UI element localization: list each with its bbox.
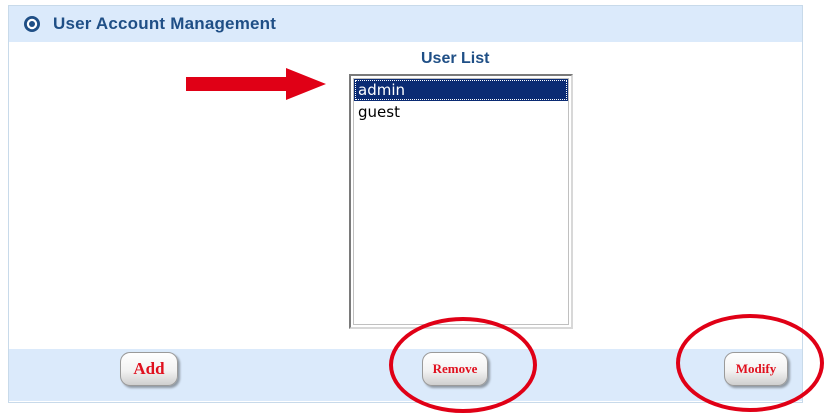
settings-circle-icon [23,15,41,33]
red-arrow-annotation [186,68,326,100]
add-button[interactable]: Add [120,352,178,386]
page-title: User Account Management [53,14,277,33]
panel-header: User Account Management [9,6,802,42]
user-account-panel: User Account Management User List admin … [8,5,803,403]
listbox-inner: admin guest [353,78,569,325]
remove-button[interactable]: Remove [422,352,488,386]
list-item-guest[interactable]: guest [354,101,568,123]
list-item-admin[interactable]: admin [354,79,568,101]
user-listbox[interactable]: admin guest [349,74,573,329]
user-list-label: User List [421,50,490,67]
modify-button[interactable]: Modify [724,352,788,386]
